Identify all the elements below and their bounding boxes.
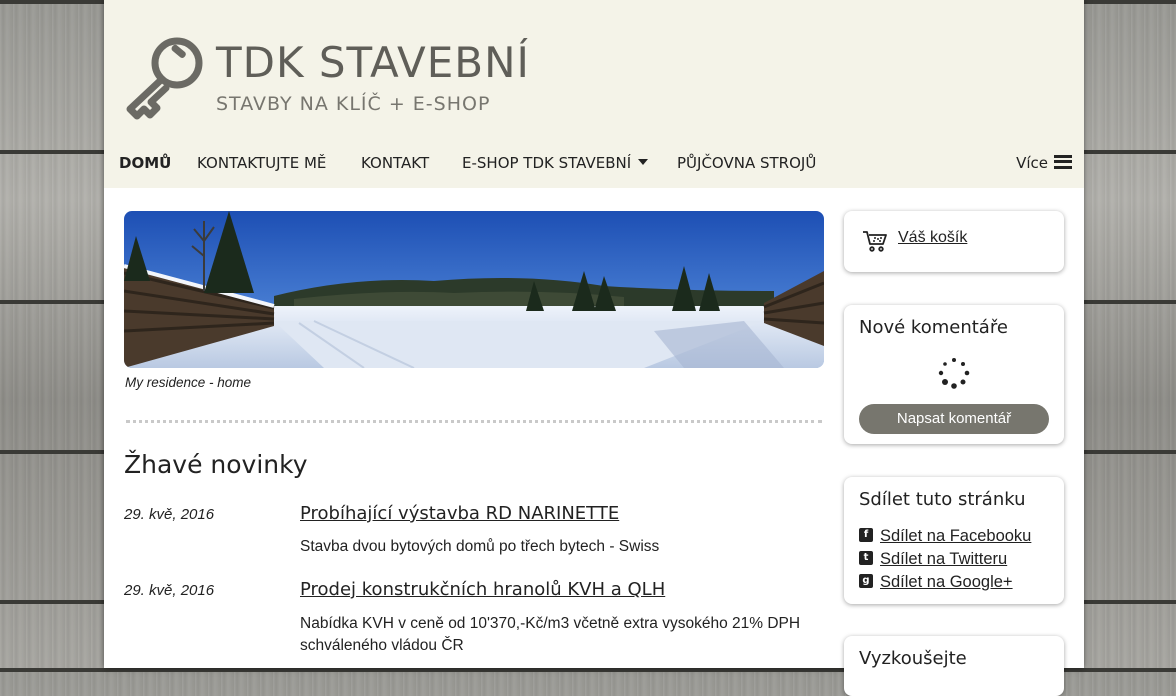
news-title-link[interactable]: Probíhající výstavba RD NARINETTE	[300, 503, 619, 524]
banner-image	[124, 211, 824, 368]
news-description-line: Nabídka KVH v ceně od 10'370,-Kč/m3 včet…	[300, 615, 801, 632]
news-date: 29. kvě, 2016	[124, 582, 215, 599]
share-widget: Sdílet tuto stránku f Sdílet na Facebooku…	[844, 477, 1064, 604]
nav-item-rental[interactable]: PŮJČOVNA STROJŮ	[677, 154, 816, 172]
site-title[interactable]: TDK STAVEBNÍ	[216, 38, 530, 87]
nav-item-eshop[interactable]: E-SHOP TDK STAVEBNÍ	[462, 154, 649, 172]
nav-item-contact-me[interactable]: KONTAKTUJTE MĚ	[197, 154, 326, 172]
try-widget: Vyzkoušejte	[844, 636, 1064, 696]
google-plus-icon: g	[859, 573, 873, 588]
caret-down-icon	[638, 158, 649, 165]
banner-caption: My residence - home	[125, 375, 252, 390]
cart-widget: Váš košík	[844, 211, 1064, 272]
nav-item-home[interactable]: DOMŮ	[119, 154, 171, 172]
nav-more-label: Více	[1016, 154, 1048, 172]
news-title-link[interactable]: Prodej konstrukčních hranolů KVH a QLH	[300, 579, 665, 600]
share-google-link[interactable]: g Sdílet na Google+	[859, 573, 1013, 592]
share-facebook-link[interactable]: f Sdílet na Facebooku	[859, 527, 1031, 546]
share-facebook-label: Sdílet na Facebooku	[880, 527, 1032, 545]
loading-spinner-icon	[938, 358, 970, 389]
site-header: TDK STAVEBNÍ STAVBY NA KLÍČ + E-SHOP DOM…	[104, 0, 1084, 188]
nav-item-eshop-label: E-SHOP TDK STAVEBNÍ	[462, 154, 632, 172]
comments-widget: Nové komentáře Napsat komentář	[844, 305, 1064, 444]
nav-item-contact[interactable]: KONTAKT	[361, 154, 429, 172]
news-description-line: schváleného vládou ČR	[300, 637, 464, 654]
write-comment-button[interactable]: Napsat komentář	[859, 404, 1049, 434]
shopping-cart-icon	[863, 231, 887, 252]
share-title: Sdílet tuto stránku	[859, 489, 1026, 510]
share-twitter-label: Sdílet na Twitteru	[880, 550, 1008, 568]
news-description: Nabídka KVH v ceně od 10'370,-Kč/m3 včet…	[300, 613, 840, 657]
share-twitter-link[interactable]: t Sdílet na Twitteru	[859, 550, 1007, 569]
key-logo-icon[interactable]	[122, 36, 204, 120]
main-nav: DOMŮ KONTAKTUJTE MĚ KONTAKT E-SHOP TDK S…	[104, 148, 1084, 182]
share-google-label: Sdílet na Google+	[880, 573, 1013, 591]
dotted-divider	[126, 420, 822, 423]
nav-more-button[interactable]: Více	[1016, 154, 1072, 172]
try-title: Vyzkoušejte	[859, 648, 967, 669]
news-date: 29. kvě, 2016	[124, 506, 215, 523]
cart-link[interactable]: Váš košík	[898, 229, 967, 247]
twitter-icon: t	[859, 550, 873, 565]
news-description: Stavba dvou bytových domů po třech bytec…	[300, 538, 660, 555]
site-subtitle: STAVBY NA KLÍČ + E-SHOP	[216, 93, 491, 115]
news-heading: Žhavé novinky	[124, 450, 308, 479]
page: TDK STAVEBNÍ STAVBY NA KLÍČ + E-SHOP DOM…	[104, 0, 1084, 696]
hamburger-icon	[1054, 154, 1072, 169]
facebook-icon: f	[859, 527, 873, 542]
comments-title: Nové komentáře	[859, 317, 1008, 338]
